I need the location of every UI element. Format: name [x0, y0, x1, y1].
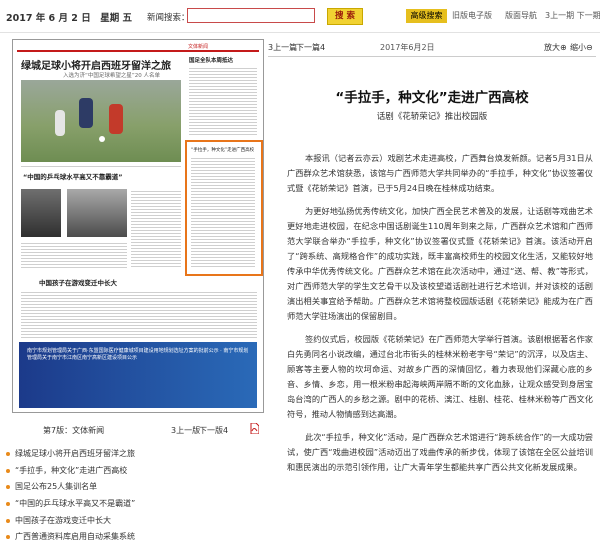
- article-list-label: 绿城足球小将开启西班牙留洋之旅: [15, 449, 135, 458]
- article-list-label: “手拉手，种文化”走进广西高校: [15, 465, 128, 475]
- next-page-link[interactable]: 下一版4: [199, 425, 228, 436]
- thumbnail-advertisement[interactable]: 南宁市规划管理局关于广西·东盟国际医疗健康城项目建设用地规划选址方案的批前公示 …: [19, 342, 257, 408]
- issue-navigation[interactable]: 3上一期 下一期: [545, 10, 600, 21]
- news-search-input[interactable]: [187, 8, 315, 23]
- article-subtitle: 话剧《花轿荣记》推出校园版: [376, 112, 488, 122]
- article-list-label: 广西普通资料库启用自动采集系统: [15, 532, 135, 542]
- thumbnail-headline[interactable]: 绿城足球小将开启西班牙留洋之旅: [21, 57, 171, 72]
- thumbnail-text-column: [21, 290, 257, 338]
- article-list: 绿城足球小将开启西班牙留洋之旅 “手拉手，种文化”走进广西高校 国足公布25人集训名…: [6, 446, 256, 546]
- pdf-icon[interactable]: [250, 423, 259, 434]
- search-button[interactable]: 搜 索: [327, 8, 363, 25]
- thumbnail-story2-title[interactable]: “中国的乒乓球水平高又不靠霸道”: [23, 171, 123, 181]
- article-paragraph: 签约仪式后，校园版《花轿荣记》在广西师范大学举行首演。该剧根据著名作家白先勇同名…: [287, 333, 593, 419]
- previous-page-link[interactable]: 3上一版: [171, 425, 200, 436]
- layout-navigation-link[interactable]: 版面导航: [505, 10, 537, 21]
- article-paragraph: 此次“手拉手，种文化”活动，是广西群众艺术馆进行“跨系统合作”的一大成功尝试，使…: [287, 431, 593, 472]
- thumbnail-text-column: [131, 189, 181, 267]
- bullet-icon: [6, 468, 10, 473]
- article-list-label: 国足公布25人集训名单: [15, 482, 98, 492]
- article-date: 2017年6月2日: [380, 43, 435, 52]
- bullet-icon: [6, 518, 10, 523]
- bullet-icon: [6, 535, 10, 540]
- newspaper-page-thumbnail[interactable]: 文体新闻 绿城足球小将开启西班牙留洋之旅 入选为济“中国足球希望之星”20 人名…: [12, 39, 264, 413]
- old-edition-link[interactable]: 旧版电子版: [452, 10, 492, 21]
- zoom-in-button[interactable]: 放大⊕: [544, 42, 567, 53]
- previous-article-link[interactable]: 3上一篇: [268, 42, 297, 53]
- thumbnail-ad-text: 南宁市规划管理局关于广西·东盟国际医疗健康城项目建设用地规划选址方案的批前公示 …: [27, 348, 249, 361]
- article-toolbar: 3上一篇 下一篇4 2017年6月2日 放大⊕ 缩小⊖: [268, 40, 600, 54]
- next-article-link[interactable]: 下一篇4: [296, 42, 325, 53]
- top-bar: 2017 年 6 月 2 日 星期 五 新闻搜索： 搜 索 高级搜索 旧版电子版…: [0, 0, 600, 33]
- article-body: 本报讯（记者云亦云）戏剧艺术走进高校，广西舞台焕发新颜。记者5月31日从广西群众…: [287, 151, 593, 483]
- thumbnail-text-column: [191, 156, 255, 268]
- article-paragraph: 本报讯（记者云亦云）戏剧艺术走进高校，广西舞台焕发新颜。记者5月31日从广西群众…: [287, 153, 593, 193]
- article-list-item[interactable]: 广西普通资料库启用自动采集系统: [6, 529, 256, 546]
- thumbnail-text-column: [189, 66, 257, 136]
- article-list-item[interactable]: 中国孩子在游戏变迁中长大: [6, 513, 256, 530]
- thumbnail-soccer-photo[interactable]: [21, 80, 181, 162]
- thumbnail-section-name: 文体新闻: [188, 44, 209, 50]
- article-list-item[interactable]: “中国的乒乓球水平高又不是霸道”: [6, 496, 256, 513]
- bullet-icon: [6, 452, 10, 456]
- thumbnail-story2-photo-2: [67, 189, 127, 237]
- toolbar-divider: [268, 56, 596, 57]
- current-date: 2017 年 6 月 2 日 星期 五: [6, 13, 133, 24]
- thumbnail-highlight-title: “手拉手，种文化”走进广西高校: [191, 148, 255, 153]
- article-list-label: 中国孩子在游戏变迁中长大: [15, 515, 111, 525]
- thumbnail-story3-title[interactable]: 中国孩子在游戏变迁中长大: [39, 277, 117, 287]
- article-list-item[interactable]: 国足公布25人集训名单: [6, 479, 256, 496]
- thumbnail-text-column: [21, 241, 127, 269]
- article-list-item[interactable]: 绿城足球小将开启西班牙留洋之旅: [6, 446, 256, 463]
- advanced-search-button[interactable]: 高级搜索: [406, 9, 447, 23]
- bullet-icon: [6, 485, 10, 490]
- zoom-out-button[interactable]: 缩小⊖: [570, 42, 593, 53]
- thumbnail-sidebar-title[interactable]: 国足全队本周抵达: [189, 56, 233, 64]
- article-list-label: “中国的乒乓球水平高又不是霸道”: [15, 499, 136, 509]
- article-title: “手拉手，种文化”走进广西高校: [335, 90, 529, 106]
- article-paragraph: 为更好地弘扬优秀传统文化，加快广西全民艺术普及的发展，让话剧等戏曲艺术更好地走进…: [287, 206, 593, 321]
- bullet-icon: [6, 502, 10, 507]
- search-label: 新闻搜索：: [147, 13, 190, 23]
- thumbnail-caption: [21, 164, 181, 168]
- thumbnail-story2-photo: [21, 189, 61, 237]
- thumbnail-header-rule: [17, 50, 259, 52]
- article-list-item[interactable]: “手拉手，种文化”走进广西高校: [6, 463, 256, 480]
- page-label: 第7版：文体新闻: [43, 426, 105, 435]
- thumbnail-subhead: 入选为济“中国足球希望之星”20 人名单: [63, 73, 160, 79]
